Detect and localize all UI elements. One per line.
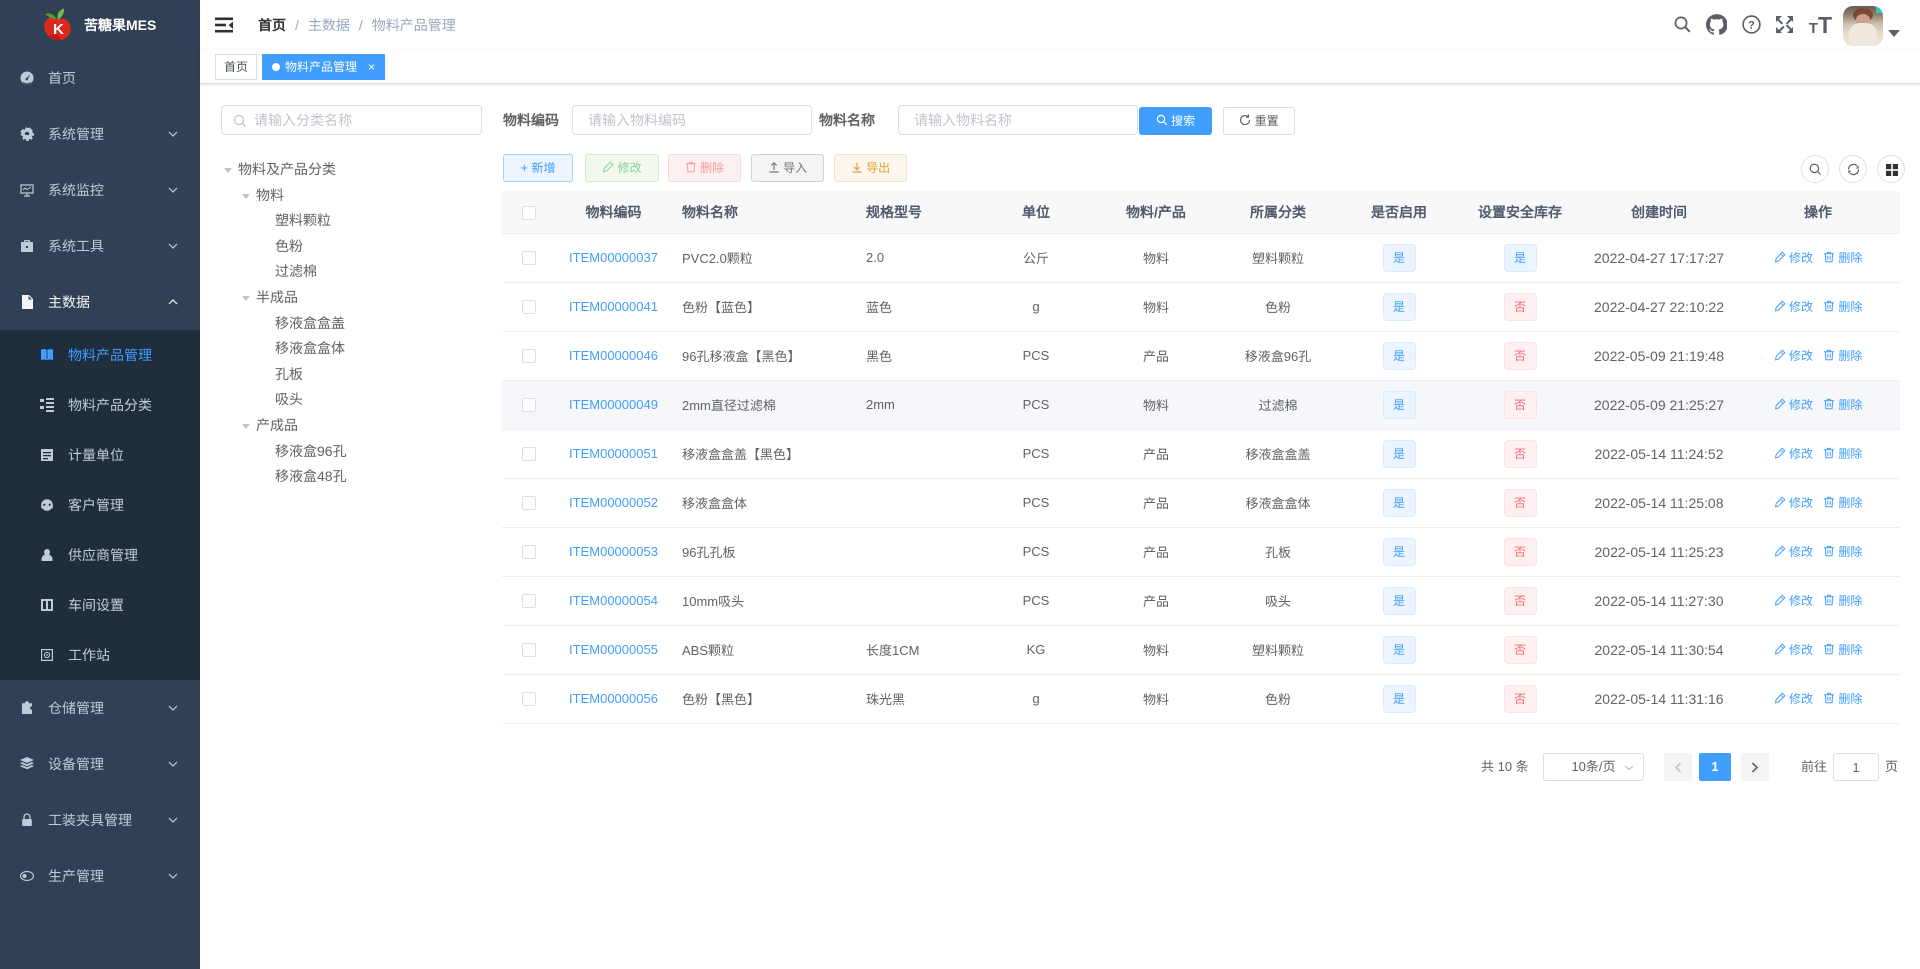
svg-text:?: ? [1748,19,1755,31]
svg-text:K: K [53,21,64,38]
